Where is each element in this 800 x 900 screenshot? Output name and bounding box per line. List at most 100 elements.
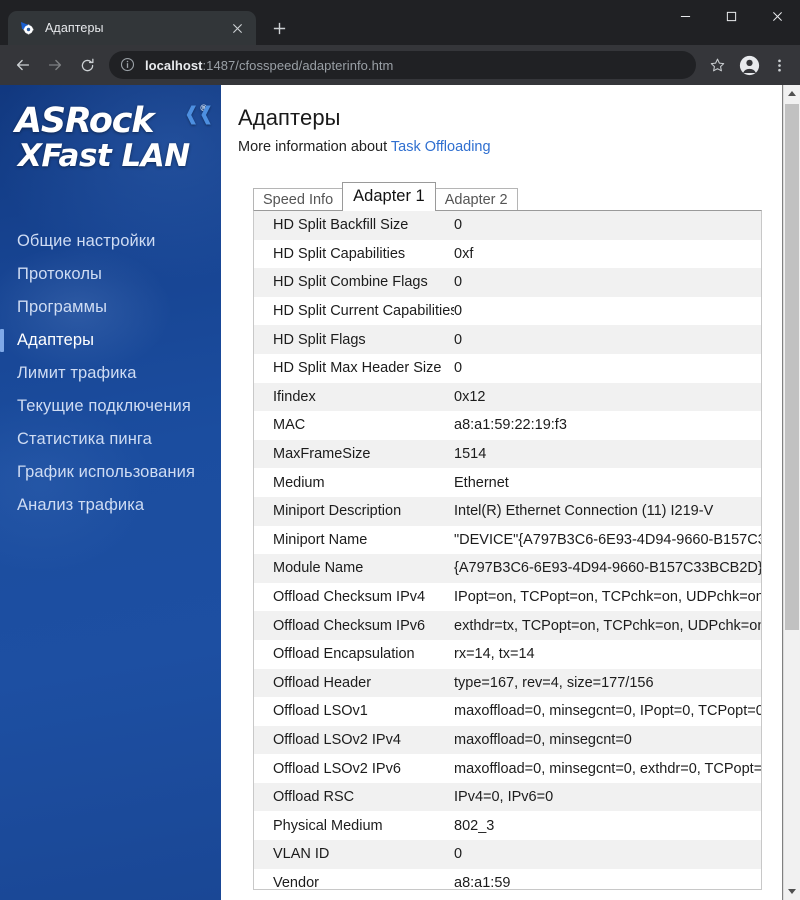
cfosspeed-favicon-icon: [20, 20, 36, 36]
asrock-wordmark: ASRock: [15, 101, 155, 141]
table-row: HD Split Max Header Size 0: [254, 353, 761, 383]
sidebar-item-general-settings[interactable]: Общие настройки: [0, 225, 221, 258]
xfast-lan-text: XFast LAN: [18, 137, 190, 174]
sidebar-nav: Общие настройки Протоколы Программы Адап…: [0, 225, 221, 522]
sidebar-item-ping-statistics[interactable]: Статистика пинга: [0, 423, 221, 456]
table-cell-key: HD Split Current Capabilities: [273, 303, 454, 320]
info-circle-icon[interactable]: [120, 57, 136, 73]
table-cell-value: Intel(R) Ethernet Connection (11) I219-V: [454, 503, 714, 520]
browser-title-bar: Адаптеры: [0, 0, 800, 45]
url-host: localhost: [145, 57, 203, 73]
table-cell-value: 1514: [454, 446, 487, 463]
table-row: Offload Checksum IPv6 exthdr=tx, TCPopt=o…: [254, 611, 762, 640]
table-cell-value: IPopt=on, TCPopt=on, TCPchk=on, UDPchk=o…: [454, 589, 762, 606]
scrollbar-thumb[interactable]: [785, 104, 799, 630]
table-row: HD Split Backfill Size 0: [254, 211, 761, 240]
table-cell-value: 0: [454, 846, 463, 863]
table-cell-value: 0x12: [454, 388, 486, 405]
adapter-info-table-wrapper: HD Split Backfill Size 0 HD Split Capabili…: [253, 210, 762, 890]
app-sidebar: ASRock ® ❰❰ XFast LAN Общие настройки Пр…: [0, 85, 221, 900]
table-cell-value: {A797B3C6-6E93-4D94-9660-B157C33BCB2D}: [454, 560, 762, 577]
table-cell-value: a8:a1:59: [454, 874, 511, 890]
table-cell-key: MAC: [273, 417, 306, 434]
table-cell-key: MaxFrameSize: [273, 446, 371, 463]
close-window-button[interactable]: [754, 0, 800, 33]
back-button-icon[interactable]: [8, 50, 38, 80]
adapter-tabs: Speed Info Adapter 1 Adapter 2: [253, 181, 800, 214]
scroll-down-arrow-icon[interactable]: [784, 883, 800, 900]
table-cell-value: maxoffload=0, minsegcnt=0, IPopt=0, TCPo…: [454, 703, 762, 720]
table-cell-key: HD Split Capabilities: [273, 245, 406, 262]
table-row: Miniport Description Intel(R) Ethernet Co…: [254, 496, 761, 526]
sidebar-item-programs[interactable]: Программы: [0, 291, 221, 324]
page-scrollbar[interactable]: [783, 85, 800, 900]
table-cell-key: Offload Checksum IPv6: [273, 617, 426, 634]
table-row: Offload Header type=167, rev=4, size=177/…: [254, 668, 761, 698]
table-cell-key: Ifindex: [273, 388, 316, 405]
table-cell-value: 0: [454, 303, 463, 320]
table-cell-value: Ethernet: [454, 474, 509, 491]
tab-adapter-1[interactable]: Adapter 1: [342, 181, 436, 211]
table-row: MAC a8:a1:59:22:19:f3: [254, 411, 761, 440]
scroll-up-arrow-icon[interactable]: [784, 85, 800, 102]
table-row: MaxFrameSize 1514: [254, 439, 761, 469]
forward-button-icon[interactable]: [40, 50, 70, 80]
close-tab-icon[interactable]: [228, 19, 246, 37]
sidebar-item-protocols[interactable]: Протоколы: [0, 258, 221, 291]
window-controls: [662, 0, 800, 33]
sidebar-item-traffic-limit[interactable]: Лимит трафика: [0, 357, 221, 390]
table-row: Offload LSOv2 IPv4 maxoffload=0, minsegcn…: [254, 725, 761, 755]
minimize-window-button[interactable]: [662, 0, 708, 33]
table-cell-value: rx=14, tx=14: [454, 646, 535, 663]
table-cell-key: Physical Medium: [273, 817, 383, 834]
browser-tab[interactable]: Адаптеры: [8, 11, 256, 45]
table-row: HD Split Current Capabilities 0: [254, 296, 761, 326]
sidebar-item-adapters[interactable]: Адаптеры: [0, 324, 221, 357]
table-cell-key: Module Name: [273, 560, 364, 577]
table-cell-key: Offload Checksum IPv4: [273, 589, 426, 606]
table-row: Vendor a8:a1:59: [254, 868, 761, 890]
table-cell-value: 0: [454, 360, 463, 377]
sidebar-item-label: Анализ трафика: [17, 496, 145, 514]
table-cell-key: Medium: [273, 474, 325, 491]
url-path: :1487/cfosspeed/adapterinfo.htm: [202, 57, 394, 73]
table-cell-key: Offload RSC: [273, 789, 355, 806]
account-avatar-icon[interactable]: [734, 50, 764, 80]
table-cell-value: 0xf: [454, 245, 474, 262]
sidebar-item-label: Адаптеры: [17, 331, 95, 349]
table-row: Ifindex 0x12: [254, 382, 761, 412]
sidebar-item-traffic-analysis[interactable]: Анализ трафика: [0, 489, 221, 522]
subtitle-prefix: More information about: [238, 139, 391, 155]
table-cell-key: Offload Encapsulation: [273, 646, 415, 663]
table-cell-key: Offload LSOv2 IPv6: [273, 760, 401, 777]
table-cell-value: 802_3: [454, 817, 495, 834]
tab-strip: Адаптеры: [0, 0, 293, 45]
table-cell-key: Offload LSOv1: [273, 703, 368, 720]
sidebar-item-usage-graph[interactable]: График использования: [0, 456, 221, 489]
table-cell-value: IPv4=0, IPv6=0: [454, 789, 554, 806]
table-cell-value: exthdr=tx, TCPopt=on, TCPchk=on, UDPchk=…: [454, 617, 762, 634]
table-cell-key: Offload Header: [273, 674, 372, 691]
table-row: Offload LSOv2 IPv6 maxoffload=0, minsegcn…: [254, 754, 761, 783]
three-dot-menu-icon[interactable]: [766, 50, 792, 80]
table-cell-value: type=167, rev=4, size=177/156: [454, 674, 654, 691]
main-content: Адаптеры More information about Task Off…: [221, 85, 800, 900]
address-bar[interactable]: localhost:1487/cfosspeed/adapterinfo.htm: [109, 51, 696, 79]
table-cell-key: Miniport Name: [273, 531, 368, 548]
table-cell-key: Vendor: [273, 874, 319, 890]
new-tab-button[interactable]: [265, 14, 293, 42]
table-cell-key: HD Split Combine Flags: [273, 274, 428, 291]
table-cell-key: Miniport Description: [273, 503, 402, 520]
page-title: Адаптеры: [238, 105, 341, 130]
url-text: localhost:1487/cfosspeed/adapterinfo.htm: [145, 58, 688, 73]
asrock-brand-text: ASRock ® ❰❰: [0, 103, 221, 140]
bookmark-star-icon[interactable]: [704, 52, 730, 78]
sidebar-item-current-connections[interactable]: Текущие подключения: [0, 390, 221, 423]
table-row: Offload LSOv1 maxoffload=0, minsegcnt=0, …: [254, 697, 762, 726]
reload-button-icon[interactable]: [72, 50, 102, 80]
task-offloading-link[interactable]: Task Offloading: [391, 139, 491, 155]
table-row: Miniport Name "DEVICE"{A797B3C6-6E93-4D94…: [254, 525, 761, 555]
sidebar-item-label: Лимит трафика: [17, 364, 137, 382]
table-row: Offload Encapsulation rx=14, tx=14: [254, 639, 761, 669]
maximize-window-button[interactable]: [708, 0, 754, 33]
